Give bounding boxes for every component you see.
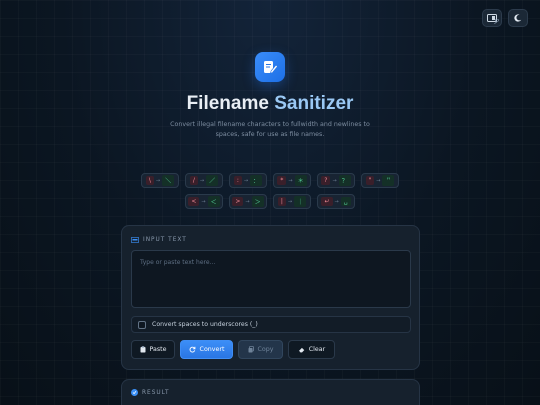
mapping-to-char: ｜ xyxy=(294,196,307,207)
edit-document-icon xyxy=(264,61,278,74)
arrow-right-icon: → xyxy=(201,198,206,205)
mapping-from-char: ↵ xyxy=(321,197,333,206)
underscore-option-label: Convert spaces to underscores (_) xyxy=(152,321,258,328)
paste-button[interactable]: Paste xyxy=(131,340,175,359)
result-card-header: RESULT xyxy=(131,389,170,396)
input-label: INPUT TEXT xyxy=(143,237,187,243)
check-circle-icon xyxy=(131,389,138,396)
copy-button[interactable]: Copy xyxy=(238,340,283,359)
mapping-to-char: ＞ xyxy=(251,196,264,207)
arrow-right-icon: → xyxy=(243,177,249,184)
title-main: Filename xyxy=(186,93,269,114)
character-mapping-legend: \ → ＼ / → ／: →： * → ＊? →？ " → ＂ < → ＜ > → ＞ | → ｜ ↵ → ␣ xyxy=(0,173,540,209)
action-buttons: Paste Convert Copy Clear xyxy=(131,340,335,359)
mapping-chip: / → ／ xyxy=(185,173,223,188)
clear-button-label: Clear xyxy=(308,346,326,353)
mapping-chip: " → ＂ xyxy=(361,173,399,188)
mapping-chip: | → ｜ xyxy=(273,194,311,209)
mapping-from-char: * xyxy=(277,176,287,185)
mapping-chip: : →： xyxy=(229,173,267,188)
mapping-from-char: " xyxy=(365,176,375,185)
moon-icon xyxy=(514,14,522,22)
paste-button-label: Paste xyxy=(149,346,167,353)
mapping-chip: ↵ → ␣ xyxy=(317,194,355,209)
result-card: RESULT xyxy=(121,379,420,405)
mapping-to-char: ： xyxy=(250,175,263,186)
mapping-from-char: > xyxy=(232,197,244,206)
mapping-chip: * → ＊ xyxy=(273,173,311,188)
input-placeholder: Type or paste text here... xyxy=(140,259,216,266)
language-toggle-button[interactable]: JP xyxy=(482,9,502,27)
mapping-chip: \ → ＼ xyxy=(141,173,179,188)
mapping-from-char: : xyxy=(233,176,242,185)
refresh-icon xyxy=(189,346,195,353)
input-textarea[interactable]: Type or paste text here... xyxy=(131,250,411,308)
page-subtitle: Convert illegal filename characters to f… xyxy=(170,121,370,138)
copy-icon xyxy=(248,346,254,353)
arrow-right-icon: → xyxy=(287,198,293,205)
mapping-to-char: ＜ xyxy=(207,196,220,207)
mapping-to-char: ＂ xyxy=(382,175,395,186)
arrow-right-icon: → xyxy=(288,177,293,184)
theme-toggle-button[interactable] xyxy=(508,9,528,27)
mapping-to-char: ／ xyxy=(206,175,219,186)
underscore-checkbox[interactable] xyxy=(138,320,146,329)
language-badge: JP xyxy=(494,19,500,25)
mapping-to-char: ？ xyxy=(338,175,351,186)
clear-button[interactable]: Clear xyxy=(288,340,335,359)
underscore-option[interactable]: Convert spaces to underscores (_) xyxy=(131,316,411,333)
mapping-to-char: ␣ xyxy=(340,197,351,206)
mapping-from-char: \ xyxy=(145,176,154,185)
mapping-row: < → ＜ > → ＞ | → ｜ ↵ → ␣ xyxy=(185,194,355,209)
page-title: Filename Sanitizer xyxy=(0,93,540,115)
input-card: INPUT TEXT Type or paste text here... Co… xyxy=(121,225,420,370)
arrow-right-icon: → xyxy=(245,198,250,205)
mapping-from-char: | xyxy=(277,197,286,206)
mapping-chip: < → ＜ xyxy=(185,194,223,209)
title-accent: Sanitizer xyxy=(274,93,354,114)
mapping-from-char: < xyxy=(188,197,200,206)
convert-button-label: Convert xyxy=(199,346,225,353)
mapping-from-char: ? xyxy=(321,176,331,185)
mapping-chip: ? →？ xyxy=(317,173,355,188)
arrow-right-icon: → xyxy=(155,177,161,184)
arrow-right-icon: → xyxy=(376,177,381,184)
mapping-to-char: ＼ xyxy=(162,175,175,186)
eraser-icon xyxy=(298,347,305,353)
convert-button[interactable]: Convert xyxy=(180,340,233,359)
arrow-right-icon: → xyxy=(334,198,339,205)
input-card-header: INPUT TEXT xyxy=(131,237,187,243)
top-toolbar: JP xyxy=(482,9,528,27)
mapping-to-char: ＊ xyxy=(294,175,307,186)
arrow-right-icon: → xyxy=(332,177,337,184)
clipboard-icon xyxy=(140,346,145,353)
copy-button-label: Copy xyxy=(257,346,274,353)
mapping-from-char: / xyxy=(189,176,198,185)
mapping-row: \ → ＼ / → ／: →： * → ＊? →？ " → ＂ xyxy=(141,173,399,188)
mapping-chip: > → ＞ xyxy=(229,194,267,209)
keyboard-icon xyxy=(131,237,139,243)
result-label: RESULT xyxy=(142,389,170,396)
app-logo xyxy=(255,52,285,82)
arrow-right-icon: → xyxy=(199,177,205,184)
